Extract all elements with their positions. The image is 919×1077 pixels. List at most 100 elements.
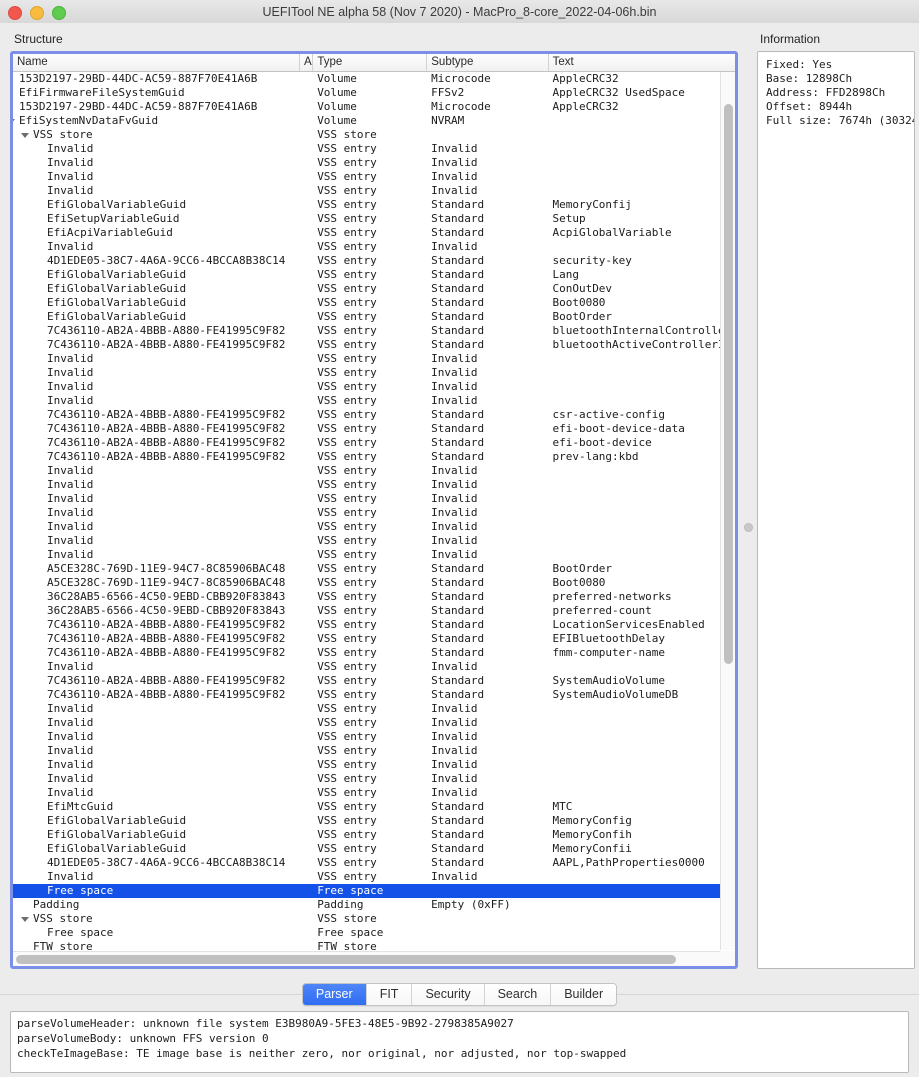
tab-group[interactable]: Parser FIT Security Search Builder xyxy=(301,982,618,1006)
tree-row[interactable]: 36C28AB5-6566-4C50-9EBD-CBB920F83843 VSS … xyxy=(13,590,735,604)
tree-cell-subtype: Invalid xyxy=(431,520,478,533)
tree-cell-type: VSS entry xyxy=(317,562,377,575)
tree-row[interactable]: 4D1EDE05-38C7-4A6A-9CC6-4BCCA8B38C14 VSS … xyxy=(13,254,735,268)
column-header-type[interactable]: Type xyxy=(313,54,428,71)
chevron-down-icon[interactable] xyxy=(21,133,29,138)
tree-row[interactable]: A5CE328C-769D-11E9-94C7-8C85906BAC48 VSS … xyxy=(13,562,735,576)
tree-row[interactable]: A5CE328C-769D-11E9-94C7-8C85906BAC48 VSS … xyxy=(13,576,735,590)
tree-horizontal-scrollbar[interactable] xyxy=(13,951,720,966)
tree-row[interactable]: Invalid VSS entry Invalid xyxy=(13,702,735,716)
tree-row[interactable]: Invalid VSS entry Invalid xyxy=(13,758,735,772)
tree-row[interactable]: Invalid VSS entry Invalid xyxy=(13,772,735,786)
tree-row[interactable]: EfiGlobalVariableGuid VSS entry Standard Co… xyxy=(13,282,735,296)
tree-row[interactable]: VSS store VSS store xyxy=(13,128,735,142)
tree-row[interactable]: Invalid VSS entry Invalid xyxy=(13,534,735,548)
tree-row[interactable]: 7C436110-AB2A-4BBB-A880-FE41995C9F82 VSS … xyxy=(13,646,735,660)
tree-row[interactable]: Invalid VSS entry Invalid xyxy=(13,478,735,492)
zoom-button-icon[interactable] xyxy=(52,6,66,20)
tree-row[interactable]: 7C436110-AB2A-4BBB-A880-FE41995C9F82 VSS … xyxy=(13,408,735,422)
tree-row[interactable]: Invalid VSS entry Invalid xyxy=(13,352,735,366)
tree-row[interactable]: 7C436110-AB2A-4BBB-A880-FE41995C9F82 VSS … xyxy=(13,674,735,688)
tree-row[interactable]: Invalid VSS entry Invalid xyxy=(13,394,735,408)
tree-row[interactable]: Invalid VSS entry Invalid xyxy=(13,660,735,674)
tree-cell-text: efi-boot-device-data xyxy=(552,422,685,435)
tab-security[interactable]: Security xyxy=(412,983,485,1005)
tree-row[interactable]: Invalid VSS entry Invalid xyxy=(13,870,735,884)
tree-row[interactable]: EfiMtcGuid VSS entry Standard MTC xyxy=(13,800,735,814)
tree-row[interactable]: Invalid VSS entry Invalid xyxy=(13,464,735,478)
tree-row[interactable]: 7C436110-AB2A-4BBB-A880-FE41995C9F82 VSS … xyxy=(13,324,735,338)
tree-vertical-scrollbar[interactable] xyxy=(720,72,735,950)
tree-row[interactable]: 153D2197-29BD-44DC-AC59-887F70E41A6B Volu… xyxy=(13,72,735,86)
tree-row[interactable]: EfiSystemNvDataFvGuid Volume NVRAM xyxy=(13,114,735,128)
tree-row[interactable]: EfiGlobalVariableGuid VSS entry Standard Me… xyxy=(13,828,735,842)
tree-row[interactable]: EfiFirmwareFileSystemGuid Volume FFSv2 Appl… xyxy=(13,86,735,100)
tree-row[interactable]: 153D2197-29BD-44DC-AC59-887F70E41A6B Volu… xyxy=(13,100,735,114)
tree-row[interactable]: EfiGlobalVariableGuid VSS entry Standard Bo… xyxy=(13,310,735,324)
tree-column-header[interactable]: Name A Type Subtype Text xyxy=(13,54,735,72)
tree-row[interactable]: 7C436110-AB2A-4BBB-A880-FE41995C9F82 VSS … xyxy=(13,618,735,632)
tree-row[interactable]: EfiGlobalVariableGuid VSS entry Standard Bo… xyxy=(13,296,735,310)
tree-row[interactable]: Free space Free space xyxy=(13,926,735,940)
tree-row[interactable]: Invalid VSS entry Invalid xyxy=(13,716,735,730)
tree-row[interactable]: 7C436110-AB2A-4BBB-A880-FE41995C9F82 VSS … xyxy=(13,422,735,436)
tree-row[interactable]: 36C28AB5-6566-4C50-9EBD-CBB920F83843 VSS … xyxy=(13,604,735,618)
tree-cell-attr xyxy=(300,142,313,156)
tree-rows-container[interactable]: 153D2197-29BD-44DC-AC59-887F70E41A6B Volu… xyxy=(13,72,735,966)
tree-row[interactable]: EfiGlobalVariableGuid VSS entry Standard Me… xyxy=(13,198,735,212)
tree-cell-type: VSS entry xyxy=(317,394,377,407)
tree-row[interactable]: 7C436110-AB2A-4BBB-A880-FE41995C9F82 VSS … xyxy=(13,436,735,450)
tree-row[interactable]: EfiAcpiVariableGuid VSS entry Standard Acpi… xyxy=(13,226,735,240)
tree-cell-subtype: Invalid xyxy=(431,534,478,547)
chevron-down-icon[interactable] xyxy=(13,119,15,124)
tree-row[interactable]: EfiGlobalVariableGuid VSS entry Standard La… xyxy=(13,268,735,282)
tree-row[interactable]: Invalid VSS entry Invalid xyxy=(13,142,735,156)
tree-cell-name: 7C436110-AB2A-4BBB-A880-FE41995C9F82 xyxy=(13,338,300,352)
tree-row[interactable]: EfiGlobalVariableGuid VSS entry Standard Me… xyxy=(13,842,735,856)
column-header-subtype[interactable]: Subtype xyxy=(427,54,549,71)
tree-row[interactable]: 7C436110-AB2A-4BBB-A880-FE41995C9F82 VSS … xyxy=(13,450,735,464)
tree-row[interactable]: Invalid VSS entry Invalid xyxy=(13,240,735,254)
information-panel[interactable]: Fixed: Yes Base: 12898Ch Address: FFD2898C… xyxy=(757,51,915,969)
tree-cell-name: Free space xyxy=(13,926,300,940)
tree-cell-subtype: Standard xyxy=(431,408,485,421)
column-header-name[interactable]: Name xyxy=(13,54,300,71)
tree-row[interactable]: Invalid VSS entry Invalid xyxy=(13,744,735,758)
tree-row[interactable]: 7C436110-AB2A-4BBB-A880-FE41995C9F82 VSS … xyxy=(13,688,735,702)
tree-row[interactable]: EfiGlobalVariableGuid VSS entry Standard Me… xyxy=(13,814,735,828)
chevron-down-icon[interactable] xyxy=(21,917,29,922)
tree-vertical-scroll-thumb[interactable] xyxy=(724,104,733,664)
tree-row[interactable]: Invalid VSS entry Invalid xyxy=(13,548,735,562)
tree-row[interactable]: Invalid VSS entry Invalid xyxy=(13,366,735,380)
tab-builder[interactable]: Builder xyxy=(551,983,617,1005)
message-log-panel[interactable]: parseVolumeHeader: unknown file system E… xyxy=(10,1011,909,1073)
tree-row[interactable]: Padding Padding Empty (0xFF) xyxy=(13,898,735,912)
close-button-icon[interactable] xyxy=(8,6,22,20)
tab-parser[interactable]: Parser xyxy=(302,983,367,1005)
tree-row[interactable]: Invalid VSS entry Invalid xyxy=(13,184,735,198)
tree-row[interactable]: 4D1EDE05-38C7-4A6A-9CC6-4BCCA8B38C14 VSS … xyxy=(13,856,735,870)
tree-row[interactable]: Invalid VSS entry Invalid xyxy=(13,492,735,506)
tree-row-selected[interactable]: Free space Free space xyxy=(13,884,735,898)
minimize-button-icon[interactable] xyxy=(30,6,44,20)
vertical-splitter-handle[interactable] xyxy=(744,523,753,532)
column-header-attr[interactable]: A xyxy=(300,54,314,71)
tree-row[interactable]: Invalid VSS entry Invalid xyxy=(13,156,735,170)
structure-tree-panel[interactable]: Name A Type Subtype Text 153D2197-29BD-44DC-… xyxy=(10,51,738,969)
tree-row[interactable]: EfiSetupVariableGuid VSS entry Standard Set… xyxy=(13,212,735,226)
tree-horizontal-scroll-thumb[interactable] xyxy=(16,955,676,964)
tree-row[interactable]: Invalid VSS entry Invalid xyxy=(13,786,735,800)
tree-cell-type: VSS entry xyxy=(317,338,377,351)
tree-row[interactable]: Invalid VSS entry Invalid xyxy=(13,506,735,520)
tree-row[interactable]: Invalid VSS entry Invalid xyxy=(13,730,735,744)
tab-search[interactable]: Search xyxy=(484,983,552,1005)
tree-row[interactable]: Invalid VSS entry Invalid xyxy=(13,380,735,394)
tree-row[interactable]: 7C436110-AB2A-4BBB-A880-FE41995C9F82 VSS … xyxy=(13,632,735,646)
column-header-text[interactable]: Text xyxy=(549,54,735,71)
structure-tree[interactable]: Name A Type Subtype Text 153D2197-29BD-44DC-… xyxy=(13,54,735,966)
tree-row[interactable]: Invalid VSS entry Invalid xyxy=(13,170,735,184)
tab-fit[interactable]: FIT xyxy=(366,983,413,1005)
tree-row[interactable]: Invalid VSS entry Invalid xyxy=(13,520,735,534)
tree-row[interactable]: 7C436110-AB2A-4BBB-A880-FE41995C9F82 VSS … xyxy=(13,338,735,352)
tree-row[interactable]: VSS store VSS store xyxy=(13,912,735,926)
